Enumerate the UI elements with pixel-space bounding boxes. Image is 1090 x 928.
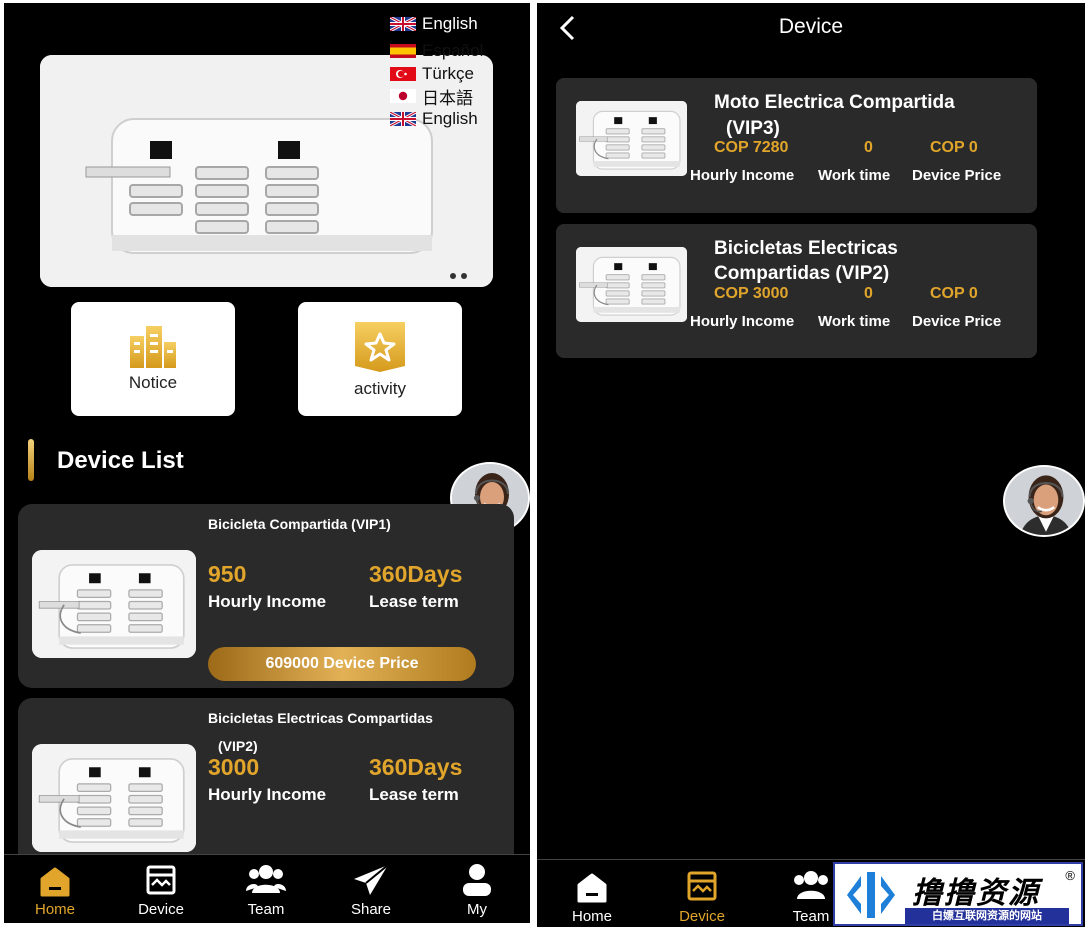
bottom-tab-bar: Home Device Team Share My [4, 854, 530, 923]
device-price-button[interactable]: 609000 Device Price [208, 647, 476, 681]
tab-my[interactable]: My [437, 855, 517, 923]
tab-device[interactable]: Device [121, 855, 201, 923]
tab-label: Home [34, 901, 75, 918]
watermark-logo: 撸撸资源 白嫖互联网资源的网站 ® [833, 862, 1083, 926]
hourly-income-label: Hourly Income [208, 785, 327, 804]
notice-tile[interactable]: Notice [71, 302, 235, 416]
notice-label: Notice [128, 373, 178, 392]
turkey-flag-icon [390, 66, 416, 81]
language-label: English [422, 14, 478, 33]
device-price-value: COP 0 [930, 285, 978, 302]
device-name: Bicicletas Electricas Compartidas [208, 710, 433, 726]
device-name-line2: (VIP3) [726, 118, 780, 139]
tab-label: Home [571, 908, 612, 925]
lease-term-label: Lease term [369, 785, 459, 804]
language-option-jp[interactable]: 日本語 [390, 85, 494, 108]
language-option-tr[interactable]: Türkçe [390, 63, 494, 85]
device-name: Moto Electrica Compartida [714, 92, 955, 113]
tab-share[interactable]: Share [331, 855, 411, 923]
device-card[interactable]: Bicicleta Compartida (VIP1) 950 Hourly I… [18, 504, 514, 688]
send-icon [354, 864, 389, 895]
spain-flag-icon [390, 44, 416, 58]
carousel-dots[interactable] [450, 273, 467, 279]
device-name: Bicicletas Electricas [714, 238, 898, 259]
device-image [32, 550, 196, 658]
tab-label: Device [679, 908, 725, 925]
work-time-label: Work time [818, 313, 891, 330]
device-price-value: COP 0 [930, 139, 978, 156]
device-price-label: Device Price [912, 313, 1002, 330]
tab-device[interactable]: Device [662, 860, 742, 927]
team-icon [794, 871, 828, 899]
tab-label: Share [350, 901, 392, 918]
registered-mark: ® [1065, 868, 1075, 883]
work-time-value: 0 [864, 139, 873, 156]
uk-flag-icon [390, 111, 416, 126]
page-title: Device [778, 15, 844, 38]
device-card[interactable]: Moto Electrica Compartida (VIP3) COP 728… [556, 78, 1037, 213]
work-time-value: 0 [864, 285, 873, 302]
hourly-income-value: 950 [208, 561, 247, 587]
hourly-income-value: COP 7280 [714, 139, 789, 156]
tab-home[interactable]: Home [15, 855, 95, 923]
device-icon [687, 871, 717, 901]
language-label: English [422, 108, 478, 128]
hourly-income-label: Hourly Income [690, 167, 795, 184]
section-accent-bar [28, 439, 34, 481]
language-label: 日本語 [422, 88, 473, 108]
device-card[interactable]: Bicicletas Electricas Compartidas (VIP2)… [18, 698, 514, 868]
lease-term-label: Lease term [369, 592, 459, 611]
language-label: Türkçe [422, 63, 474, 83]
device-name: Bicicleta Compartida (VIP1) [208, 516, 391, 532]
device-list-title: Device List [57, 447, 184, 474]
hourly-income-value: COP 3000 [714, 285, 789, 302]
building-icon [130, 326, 176, 368]
hourly-income-value: 3000 [208, 754, 260, 780]
language-current[interactable]: English [390, 13, 494, 35]
lease-term-value: 360Days [369, 754, 463, 780]
tab-team[interactable]: Team [226, 855, 306, 923]
activity-tile[interactable]: activity [298, 302, 462, 416]
lease-term-value: 360Days [369, 561, 463, 587]
logo-mark-icon [847, 872, 895, 918]
device-image [32, 744, 196, 852]
home-icon [577, 873, 607, 903]
tab-home[interactable]: Home [552, 860, 632, 927]
hourly-income-label: Hourly Income [208, 592, 327, 611]
home-icon [40, 867, 70, 897]
team-icon [246, 865, 286, 893]
device-image [576, 101, 687, 176]
device-image [576, 247, 687, 322]
watermark-title: 撸撸资源 [912, 877, 1040, 910]
device-price-label: Device Price [912, 167, 1002, 184]
star-badge-icon [355, 322, 405, 372]
activity-label: activity [354, 379, 406, 398]
tab-label: Team [247, 901, 285, 918]
home-screen: English Español Türkçe 日本語 English Notic… [4, 3, 530, 923]
uk-flag-icon [390, 17, 416, 31]
tab-label: Device [138, 901, 184, 918]
language-label: Español [422, 41, 484, 60]
language-menu[interactable]: English Español Türkçe 日本語 English [390, 13, 494, 130]
work-time-label: Work time [818, 167, 891, 184]
language-option-es[interactable]: Español [390, 40, 494, 62]
device-card[interactable]: Bicicletas Electricas Compartidas (VIP2)… [556, 224, 1037, 358]
tab-label: My [467, 901, 487, 918]
device-name-line2: Compartidas (VIP2) [714, 263, 890, 284]
user-icon [463, 864, 491, 896]
language-option-en[interactable]: English [390, 108, 494, 130]
customer-service-avatar[interactable] [1003, 465, 1085, 537]
device-icon [146, 865, 176, 895]
hourly-income-label: Hourly Income [690, 313, 795, 330]
device-name-line2: (VIP2) [218, 738, 258, 754]
device-screen: Device Moto Electrica Compartida (VIP3) … [537, 3, 1085, 927]
japan-flag-icon [390, 89, 416, 104]
watermark-subtitle: 白嫖互联网资源的网站 [905, 908, 1069, 924]
